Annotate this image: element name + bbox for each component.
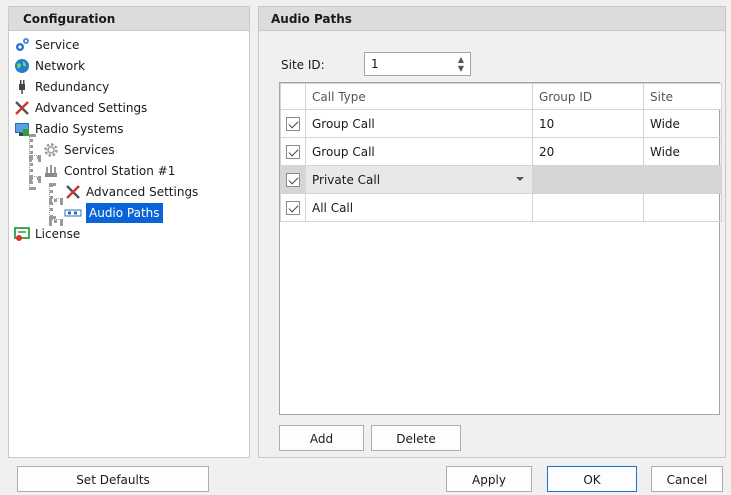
tree-item-label: Advanced Settings: [35, 101, 148, 115]
column-header-select: [280, 83, 306, 110]
cancel-button[interactable]: Cancel: [651, 466, 723, 492]
tree-item-label: Control Station #1: [64, 164, 176, 178]
group-id-cell[interactable]: 10: [532, 109, 644, 138]
tree-item-label: Service: [35, 38, 80, 52]
table-header-row: Call Type Group ID Site: [280, 83, 722, 110]
tree-connector: [29, 134, 33, 190]
site-id-label: Site ID:: [281, 58, 325, 72]
network-hub-icon: [42, 163, 60, 179]
row-checkbox-cell[interactable]: [280, 193, 306, 222]
spinner-arrows-icon[interactable]: ▲ ▼: [456, 55, 466, 73]
tree-item-license[interactable]: License: [13, 224, 80, 244]
tree-item-label: Advanced Settings: [86, 185, 199, 199]
site-cell[interactable]: [643, 165, 722, 194]
call-type-dropdown-value: Private Call: [312, 172, 381, 187]
tree-connector: [29, 155, 41, 159]
tree-item-redundancy[interactable]: Redundancy: [13, 77, 109, 97]
globe-icon: [13, 58, 31, 74]
tree-item-label: Audio Paths: [86, 203, 163, 223]
tree-connector: [49, 219, 63, 223]
tree-item-advanced-settings[interactable]: Advanced Settings: [13, 98, 147, 118]
row-checkbox[interactable]: [286, 200, 300, 215]
site-cell[interactable]: Wide: [643, 109, 722, 138]
row-checkbox-cell[interactable]: [280, 165, 306, 194]
tree-item-radio-systems[interactable]: Radio Systems: [13, 119, 124, 139]
table-row-editing[interactable]: Private Call: [280, 165, 722, 194]
column-header-call-type[interactable]: Call Type: [305, 83, 533, 110]
call-type-dropdown-cell[interactable]: Private Call: [305, 165, 533, 194]
audio-paths-table: Call Type Group ID Site Group Call 10 Wi…: [280, 83, 722, 222]
license-icon: [13, 226, 31, 242]
column-header-site[interactable]: Site: [643, 83, 722, 110]
add-button[interactable]: Add: [279, 425, 364, 451]
tools-icon: [13, 100, 31, 116]
tree-connector: [29, 176, 41, 180]
configuration-panel: Configuration Service Network Redundancy: [8, 6, 250, 458]
group-id-cell[interactable]: 20: [532, 137, 644, 166]
audio-paths-header: Audio Paths: [259, 7, 725, 31]
gear-icon: [42, 142, 60, 158]
gear-cog-icon: [13, 37, 31, 53]
audio-paths-grid: Call Type Group ID Site Group Call 10 Wi…: [279, 82, 722, 415]
call-type-cell[interactable]: Group Call: [305, 109, 533, 138]
table-row[interactable]: Group Call 10 Wide: [280, 109, 722, 138]
tree-item-network[interactable]: Network: [13, 56, 85, 76]
table-row[interactable]: All Call: [280, 193, 722, 222]
row-checkbox[interactable]: [286, 144, 300, 159]
call-type-cell[interactable]: All Call: [305, 193, 533, 222]
call-type-cell[interactable]: Group Call: [305, 137, 533, 166]
set-defaults-button[interactable]: Set Defaults: [17, 466, 209, 492]
tree-item-control-station[interactable]: Control Station #1: [42, 161, 175, 181]
tree-item-advanced-settings-2[interactable]: Advanced Settings: [64, 182, 198, 202]
delete-button[interactable]: Delete: [371, 425, 461, 451]
site-cell[interactable]: Wide: [643, 137, 722, 166]
plug-icon: [13, 79, 31, 95]
tree-item-label: Network: [35, 59, 86, 73]
row-checkbox-cell[interactable]: [280, 109, 306, 138]
monitor-icon: [13, 121, 31, 137]
tree-item-label: Redundancy: [35, 80, 110, 94]
table-row[interactable]: Group Call 20 Wide: [280, 137, 722, 166]
site-cell[interactable]: [643, 193, 722, 222]
group-id-cell[interactable]: [532, 165, 644, 194]
tree-item-label: Radio Systems: [35, 122, 124, 136]
tree-item-audio-paths[interactable]: Audio Paths: [64, 203, 163, 223]
configuration-header: Configuration: [9, 7, 249, 31]
group-id-cell[interactable]: [532, 193, 644, 222]
audio-path-icon: [64, 205, 82, 221]
row-checkbox[interactable]: [286, 172, 300, 187]
site-id-value: 1: [371, 57, 379, 71]
tree-item-label: Services: [64, 143, 115, 157]
ok-button[interactable]: OK: [547, 466, 637, 492]
tools-icon: [64, 184, 82, 200]
tree-item-label: License: [35, 227, 81, 241]
column-header-group-id[interactable]: Group ID: [532, 83, 644, 110]
tree-connector: [49, 198, 63, 202]
site-id-spinner[interactable]: 1 ▲ ▼: [364, 52, 471, 76]
tree-item-service[interactable]: Service: [13, 35, 79, 55]
apply-button[interactable]: Apply: [446, 466, 532, 492]
tree-item-services[interactable]: Services: [42, 140, 115, 160]
row-checkbox-cell[interactable]: [280, 137, 306, 166]
dropdown-arrow-icon[interactable]: [516, 177, 524, 181]
row-checkbox[interactable]: [286, 116, 300, 131]
